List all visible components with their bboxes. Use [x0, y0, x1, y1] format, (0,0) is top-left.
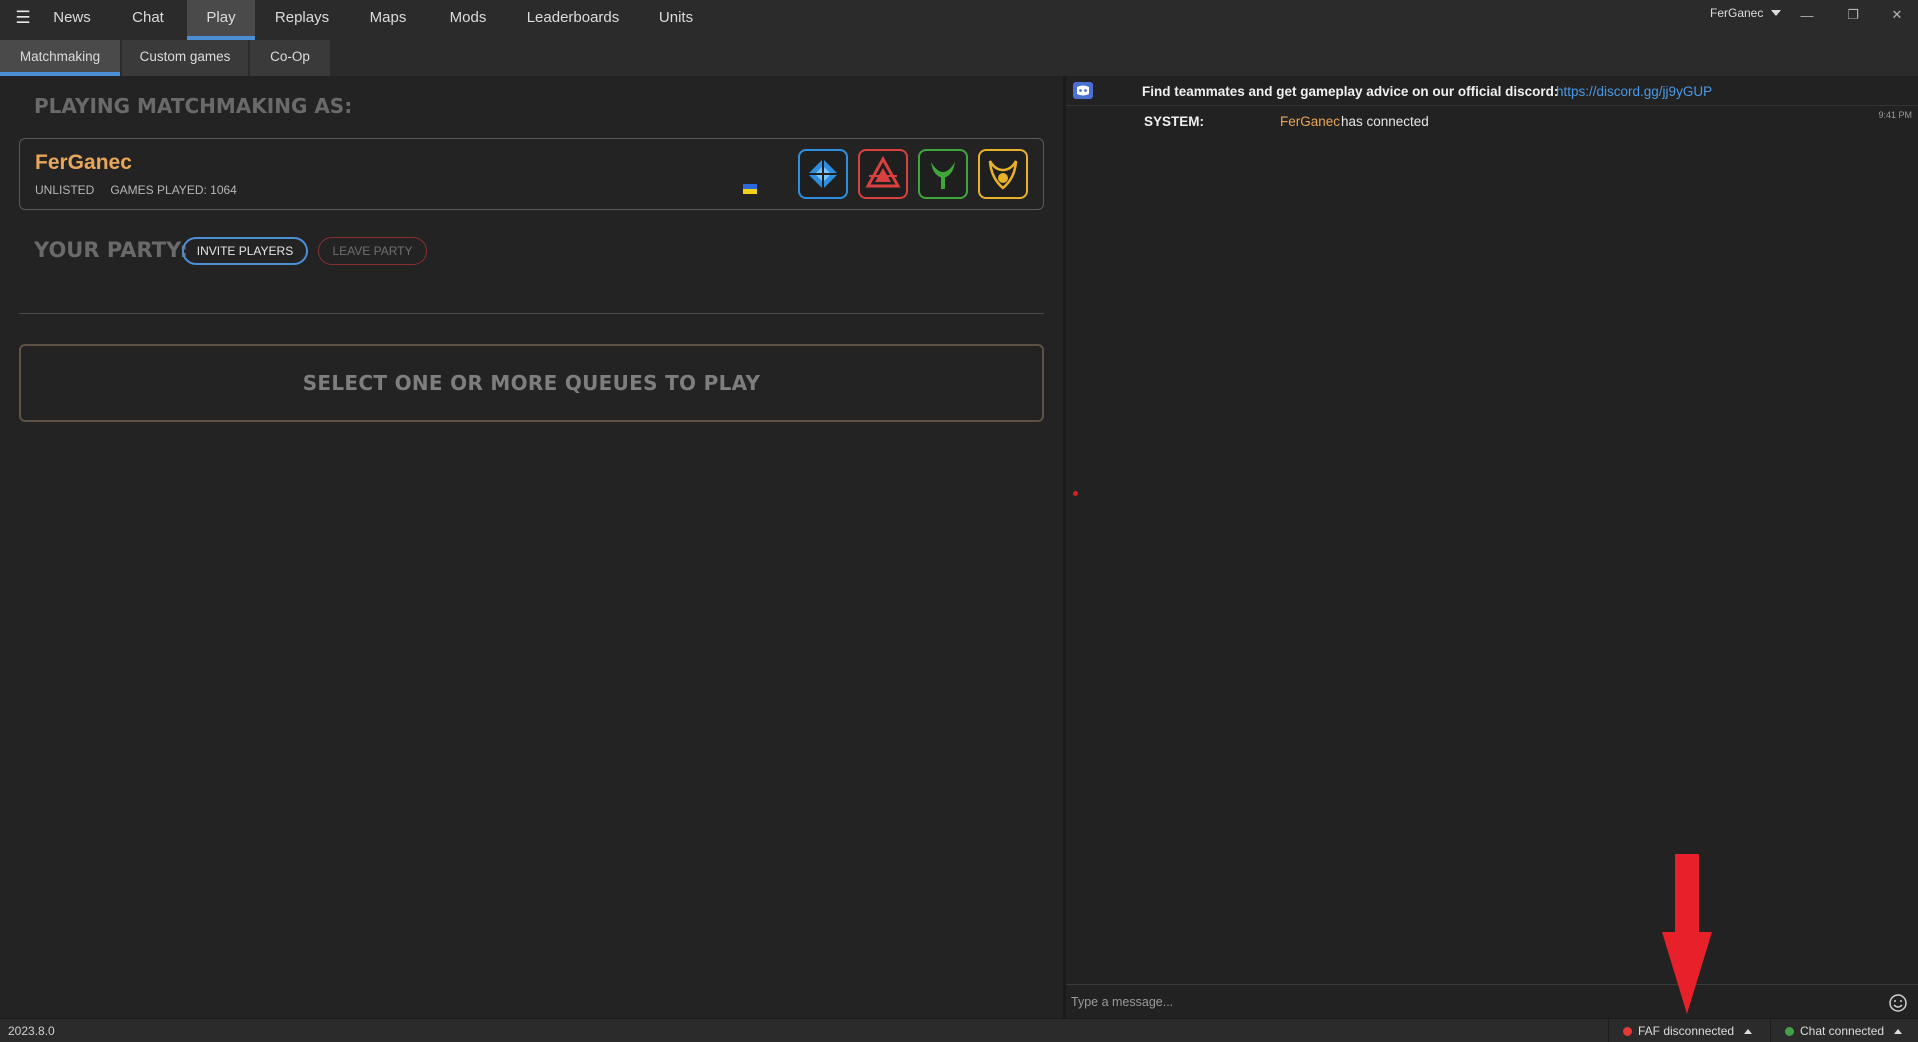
message-text: has connected [1341, 114, 1429, 129]
hamburger-icon[interactable]: ☰ [8, 6, 38, 30]
tab-play[interactable]: Play [187, 0, 255, 40]
cybran-icon[interactable] [858, 149, 908, 199]
discord-link[interactable]: https://discord.gg/jj9yGUP [1556, 84, 1712, 99]
restore-icon[interactable]: ❐ [1838, 4, 1868, 26]
discord-text: Find teammates and get gameplay advice o… [1142, 84, 1559, 99]
tab-leaderboards[interactable]: Leaderboards [520, 0, 626, 36]
subtab-matchmaking[interactable]: Matchmaking [0, 40, 120, 76]
chat-panel: Find teammates and get gameplay advice o… [1066, 76, 1918, 1018]
games-played: GAMES PLAYED: 1064 [110, 183, 237, 197]
faf-status-label: FAF disconnected [1638, 1024, 1735, 1038]
message-user[interactable]: FerGanec [1280, 114, 1340, 129]
tab-mods[interactable]: Mods [440, 0, 496, 36]
discord-banner: Find teammates and get gameplay advice o… [1066, 76, 1918, 106]
tab-chat[interactable]: Chat [117, 0, 179, 36]
matchmaking-panel: PLAYING MATCHMAKING AS: FerGanec UNLISTE… [0, 76, 1063, 1018]
annotation-arrow-icon [1662, 854, 1712, 1014]
queue-selection-box[interactable]: SELECT ONE OR MORE QUEUES TO PLAY [19, 344, 1044, 422]
tab-maps[interactable]: Maps [358, 0, 418, 36]
divider [19, 313, 1044, 314]
top-nav-bar: ☰ News Chat Play Replays Maps Mods Leade… [0, 0, 1918, 40]
user-name: FerGanec [1710, 6, 1764, 20]
matchmaking-heading: PLAYING MATCHMAKING AS: [34, 94, 353, 118]
chevron-up-icon [1894, 1028, 1903, 1034]
faf-status[interactable]: FAF disconnected [1608, 1019, 1768, 1042]
chevron-up-icon [1744, 1028, 1753, 1034]
chat-status-label: Chat connected [1800, 1024, 1885, 1038]
tab-replays[interactable]: Replays [268, 0, 336, 36]
faf-status-dot-icon [1623, 1026, 1632, 1036]
subtab-custom-games[interactable]: Custom games [122, 40, 248, 76]
chat-status[interactable]: Chat connected [1770, 1019, 1918, 1042]
uef-icon[interactable] [798, 149, 848, 199]
player-rank: UNLISTED [35, 183, 95, 197]
unread-indicator [1073, 491, 1078, 496]
seraphim-icon[interactable] [918, 149, 968, 199]
emoji-icon[interactable] [1888, 993, 1908, 1013]
chat-message-input[interactable] [1071, 991, 1871, 1013]
invite-players-button[interactable]: INVITE PLAYERS [182, 237, 308, 265]
ukraine-flag-icon [743, 184, 757, 194]
chat-input-row [1066, 984, 1918, 1018]
leave-party-button[interactable]: LEAVE PARTY [318, 237, 427, 265]
message-sender: SYSTEM: [1144, 114, 1205, 129]
player-name: FerGanec [35, 151, 132, 174]
minimize-icon[interactable]: — [1792, 4, 1822, 26]
sub-tab-bar: Matchmaking Custom games Co-Op [0, 40, 1918, 76]
chat-message: SYSTEM: FerGanec has connected 9:41 PM [1066, 110, 1918, 134]
chevron-down-icon [1771, 10, 1782, 16]
tab-units[interactable]: Units [648, 0, 704, 36]
close-icon[interactable]: ✕ [1882, 4, 1912, 26]
status-bar: 2023.8.0 FAF disconnected Chat connected [0, 1018, 1918, 1042]
player-meta: UNLISTED GAMES PLAYED: 1064 [35, 183, 237, 197]
player-card: FerGanec UNLISTED GAMES PLAYED: 1064 [19, 138, 1044, 210]
discord-icon [1073, 82, 1093, 99]
message-time: 9:41 PM [1878, 110, 1912, 120]
tab-news[interactable]: News [40, 0, 104, 36]
queue-prompt: SELECT ONE OR MORE QUEUES TO PLAY [302, 371, 761, 395]
chat-status-dot-icon [1785, 1026, 1794, 1036]
user-menu[interactable]: FerGanec [1710, 6, 1782, 20]
party-label: YOUR PARTY: [34, 238, 188, 262]
subtab-coop[interactable]: Co-Op [250, 40, 330, 76]
aeon-icon[interactable] [978, 149, 1028, 199]
app-version: 2023.8.0 [8, 1024, 55, 1038]
